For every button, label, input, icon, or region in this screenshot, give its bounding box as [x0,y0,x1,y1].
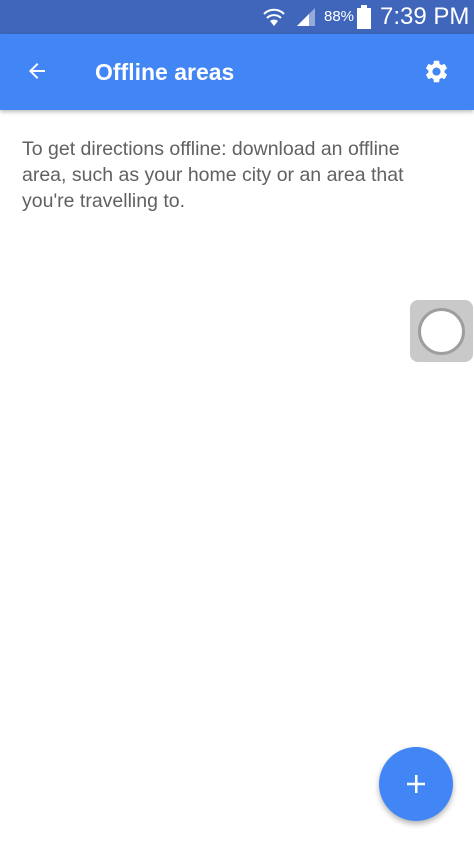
add-offline-area-button[interactable] [379,747,453,821]
back-button[interactable] [14,48,60,94]
clock: 7:39 PM [380,3,470,30]
battery-icon [357,5,371,29]
page-title: Offline areas [95,59,235,85]
app-bar: Offline areas [0,34,474,110]
signal-icon [295,7,317,27]
wifi-icon [262,5,286,29]
settings-button[interactable] [413,48,459,94]
assistive-touch-icon [418,308,465,355]
assistive-touch-button[interactable] [410,300,473,362]
offline-info-text: To get directions offline: download an o… [22,138,404,212]
status-bar: 88% 7:39 PM [0,0,474,34]
battery-percent: 88% [324,8,355,25]
